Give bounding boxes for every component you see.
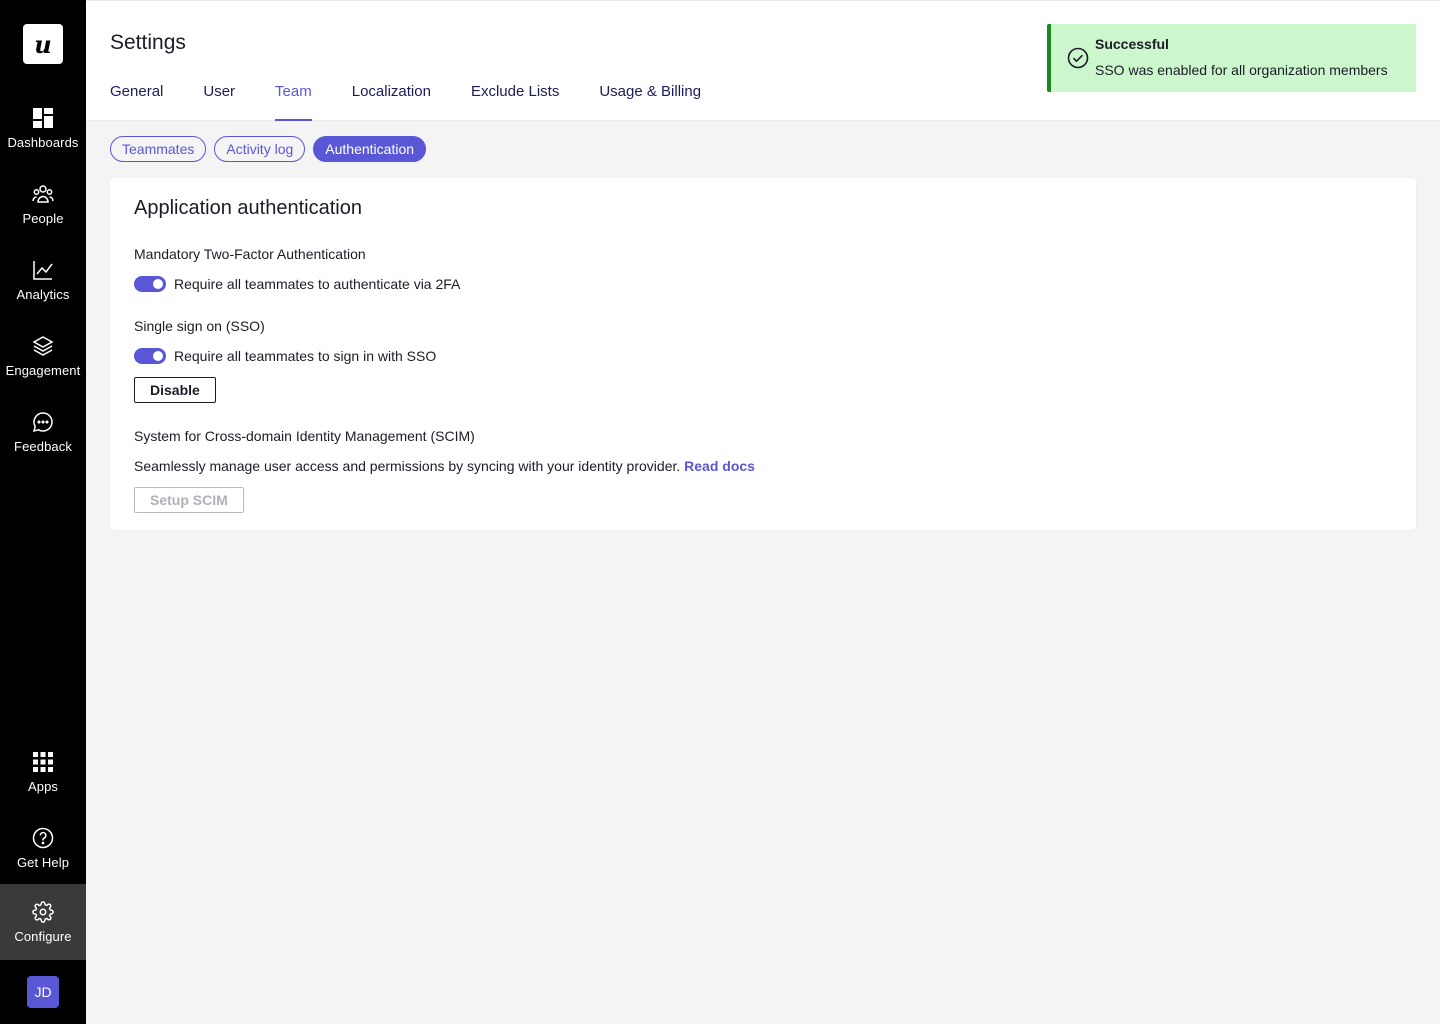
sidebar-item-feedback[interactable]: Feedback (0, 394, 86, 470)
help-icon (32, 827, 54, 849)
read-docs-link[interactable]: Read docs (684, 458, 755, 474)
scim-section-title: System for Cross-domain Identity Managem… (134, 428, 475, 444)
sidebar-item-people[interactable]: People (0, 166, 86, 242)
sidebar-item-label: Apps (27, 778, 59, 794)
people-icon (32, 183, 54, 205)
tab-general[interactable]: General (110, 83, 163, 121)
tab-usage-billing[interactable]: Usage & Billing (599, 83, 701, 121)
sidebar-item-label: Analytics (16, 286, 70, 302)
sidebar: u Dashboards People Analytics Engagement… (0, 0, 86, 1024)
sidebar-item-engagement[interactable]: Engagement (0, 318, 86, 394)
scim-description: Seamlessly manage user access and permis… (134, 458, 755, 474)
sso-toggle-label: Require all teammates to sign in with SS… (174, 348, 437, 364)
card-title: Application authentication (134, 197, 362, 219)
subtab-teammates[interactable]: Teammates (110, 136, 207, 162)
settings-tabs: General User Team Localization Exclude L… (110, 83, 741, 121)
chat-icon (32, 411, 54, 433)
sidebar-item-label: People (22, 210, 64, 226)
sidebar-item-label: Configure (14, 928, 72, 944)
avatar[interactable]: JD (27, 976, 59, 1008)
page-title: Settings (110, 31, 186, 54)
sidebar-item-analytics[interactable]: Analytics (0, 242, 86, 318)
toast-message: SSO was enabled for all organization mem… (1095, 62, 1388, 78)
sidebar-item-label: Engagement (5, 362, 81, 378)
sso-toggle[interactable] (134, 348, 166, 364)
sidebar-item-label: Feedback (14, 438, 72, 454)
gear-icon (32, 900, 54, 923)
apps-grid-icon (32, 751, 54, 773)
sidebar-item-apps[interactable]: Apps (0, 734, 86, 810)
twofa-toggle-row: Require all teammates to authenticate vi… (134, 276, 460, 292)
toast-title: Successful (1095, 36, 1169, 52)
sidebar-item-get-help[interactable]: Get Help (0, 810, 86, 886)
sidebar-item-label: Get Help (16, 854, 70, 870)
twofa-toggle[interactable] (134, 276, 166, 292)
sidebar-item-dashboards[interactable]: Dashboards (0, 90, 86, 166)
layers-icon (32, 335, 54, 357)
tab-localization[interactable]: Localization (352, 83, 431, 121)
setup-scim-button[interactable]: Setup SCIM (134, 487, 244, 513)
analytics-icon (32, 259, 54, 281)
success-toast: Successful SSO was enabled for all organ… (1047, 24, 1416, 92)
twofa-toggle-label: Require all teammates to authenticate vi… (174, 276, 461, 292)
tab-user[interactable]: User (203, 83, 235, 121)
authentication-card: Application authentication Mandatory Two… (110, 178, 1416, 530)
sso-toggle-row: Require all teammates to sign in with SS… (134, 348, 436, 364)
tab-team[interactable]: Team (275, 83, 312, 121)
sidebar-item-label: Dashboards (7, 134, 79, 150)
sso-section-title: Single sign on (SSO) (134, 318, 265, 334)
app-logo[interactable]: u (23, 24, 63, 64)
sidebar-item-configure[interactable]: Configure (0, 884, 86, 960)
twofa-section-title: Mandatory Two-Factor Authentication (134, 246, 366, 262)
scim-description-text: Seamlessly manage user access and permis… (134, 458, 681, 474)
subtab-activity-log[interactable]: Activity log (214, 136, 306, 162)
disable-sso-button[interactable]: Disable (134, 377, 216, 403)
check-circle-icon (1067, 47, 1089, 69)
tab-exclude-lists[interactable]: Exclude Lists (471, 83, 559, 121)
subtab-authentication[interactable]: Authentication (313, 136, 427, 162)
team-subtabs: Teammates Activity log Authentication (110, 136, 434, 162)
dashboard-icon (32, 107, 54, 129)
